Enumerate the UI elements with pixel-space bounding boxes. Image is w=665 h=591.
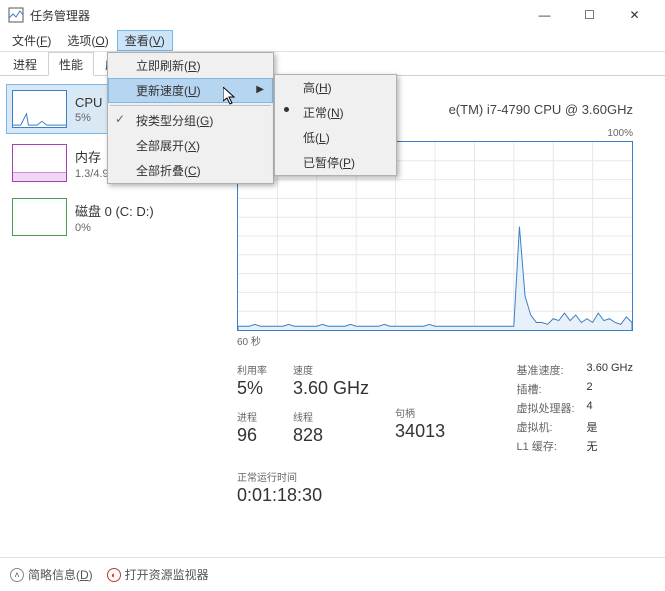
cpu-model: e(TM) i7-4790 CPU @ 3.60GHz <box>449 102 633 117</box>
memory-mini-chart <box>12 144 67 182</box>
handle-spacer <box>395 374 445 395</box>
tab-processes[interactable]: 进程 <box>2 52 48 75</box>
resmon-icon: ◐ <box>107 568 121 582</box>
handle-label-spacer <box>395 362 445 373</box>
proc-value: 96 <box>237 425 267 446</box>
menu-divider <box>110 105 271 106</box>
speed-high[interactable]: 高(H) <box>275 75 396 100</box>
sidebar-disk-value: 0% <box>75 222 154 234</box>
sidebar-cpu-label: CPU <box>75 95 102 110</box>
handle-value: 34013 <box>395 421 445 442</box>
tabs: 进程 性能 应用历 启动 息 服务 <box>0 52 665 76</box>
speed-label: 速度 <box>293 362 369 377</box>
sidebar-item-disk[interactable]: 磁盘 0 (C: D:) 0% <box>6 192 219 242</box>
check-icon: ✓ <box>115 112 125 126</box>
update-speed-submenu: 高(H) 正常(N) 低(L) 已暂停(P) <box>274 74 397 176</box>
brief-info-button[interactable]: ˄ 简略信息(D) <box>10 566 93 583</box>
open-resmon-button[interactable]: ◐ 打开资源监视器 <box>107 566 209 583</box>
footer: ˄ 简略信息(D) ◐ 打开资源监视器 <box>0 557 665 591</box>
cpu-mini-chart <box>12 90 67 128</box>
view-dropdown: 立即刷新(R) 更新速度(U)▶ ✓按类型分组(G) 全部展开(X) 全部折叠(… <box>107 52 274 184</box>
cpu-details: 基准速度:3.60 GHz 插槽:2 虚拟处理器:4 虚拟机:是 L1 缓存:无 <box>517 362 633 457</box>
chart-ymax: 100% <box>607 128 633 139</box>
thread-label: 线程 <box>293 409 369 424</box>
app-icon <box>8 7 24 23</box>
util-value: 5% <box>237 378 267 399</box>
disk-mini-chart <box>12 198 67 236</box>
menu-collapse-all[interactable]: 全部折叠(C) <box>108 158 273 183</box>
util-label: 利用率 <box>237 362 267 377</box>
menu-refresh-now[interactable]: 立即刷新(R) <box>108 53 273 78</box>
sidebar-disk-label: 磁盘 0 (C: D:) <box>75 201 154 220</box>
handle-label: 句柄 <box>395 405 445 420</box>
thread-value: 828 <box>293 425 369 446</box>
uptime-value: 0:01:18:30 <box>237 485 633 506</box>
menu-options[interactable]: 选项(O) <box>59 30 116 51</box>
window-title: 任务管理器 <box>30 7 522 24</box>
chart-xlabel: 60 秒 <box>237 333 633 348</box>
titlebar: 任务管理器 — ☐ ✕ <box>0 0 665 30</box>
speed-value: 3.60 GHz <box>293 378 369 399</box>
submenu-arrow-icon: ▶ <box>256 84 264 95</box>
menu-update-speed[interactable]: 更新速度(U)▶ <box>108 78 273 103</box>
speed-paused[interactable]: 已暂停(P) <box>275 150 396 175</box>
minimize-button[interactable]: — <box>522 0 567 30</box>
menu-file[interactable]: 文件(F) <box>4 30 59 51</box>
speed-normal[interactable]: 正常(N) <box>275 100 396 125</box>
menu-view[interactable]: 查看(V) <box>117 30 173 51</box>
menu-group-by-type[interactable]: ✓按类型分组(G) <box>108 108 273 133</box>
tab-performance[interactable]: 性能 <box>48 52 94 76</box>
menubar: 文件(F) 选项(O) 查看(V) <box>0 30 665 52</box>
proc-label: 进程 <box>237 409 267 424</box>
menu-expand-all[interactable]: 全部展开(X) <box>108 133 273 158</box>
uptime-label: 正常运行时间 <box>237 469 633 484</box>
close-button[interactable]: ✕ <box>612 0 657 30</box>
speed-low[interactable]: 低(L) <box>275 125 396 150</box>
bullet-icon <box>284 107 289 112</box>
maximize-button[interactable]: ☐ <box>567 0 612 30</box>
sidebar-cpu-value: 5% <box>75 112 102 124</box>
chevron-up-icon: ˄ <box>10 568 24 582</box>
